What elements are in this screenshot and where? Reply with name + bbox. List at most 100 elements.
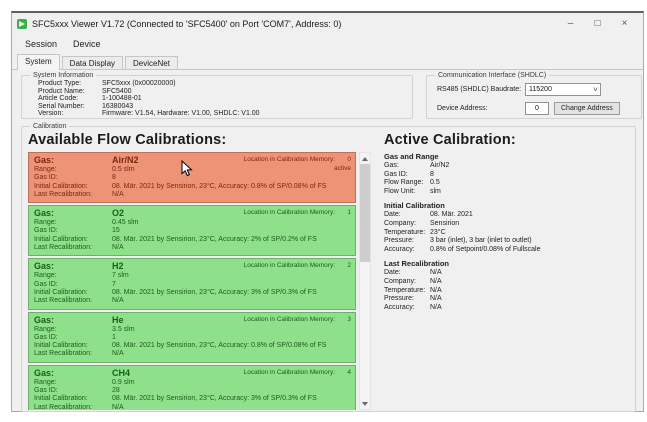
detail-row: Article Code:1-100488-01 [38, 95, 406, 103]
range-label: Range: [34, 326, 112, 334]
detail-label: Flow Range: [384, 179, 430, 188]
detail-value: 0.5 [430, 179, 440, 188]
range-value: 0.5 slm [112, 166, 135, 174]
gas-id-label: Gas ID: [34, 174, 112, 182]
location-number: 4 [335, 369, 351, 376]
detail-value: 23°C [430, 229, 446, 238]
calibration-memory-location: Location in Calibration Memory: 3 [244, 316, 351, 323]
menu-device[interactable]: Device [65, 36, 109, 52]
screenshot-stage: SFC5xxx Viewer V1.72 (Connected to 'SFC5… [0, 0, 647, 422]
gas-id-row: Gas ID: 1 [34, 334, 350, 342]
initial-calibration-label: Initial Calibration: [34, 395, 112, 403]
detail-row: Temperature:N/A [384, 287, 629, 296]
detail-label: Temperature: [384, 229, 430, 238]
range-value: 0.9 slm [112, 379, 135, 387]
gas-name: He [112, 315, 124, 326]
active-calibration-section: Gas and RangeGas:Air/N2Gas ID:8Flow Rang… [384, 152, 629, 196]
active-calibration-section: Initial CalibrationDate:08. Mär. 2021Com… [384, 201, 629, 254]
detail-row: Pressure:N/A [384, 295, 629, 304]
calibration-card-list: Gas: Air/N2 Location in Calibration Memo… [28, 152, 356, 410]
initial-calibration-row: Initial Calibration: 08. Mär. 2021 by Se… [34, 395, 350, 403]
last-recalibration-label: Last Recalibration: [34, 191, 112, 199]
initial-calibration-label: Initial Calibration: [34, 289, 112, 297]
detail-label: Company: [384, 278, 430, 287]
last-recalibration-row: Last Recalibration: N/A [34, 244, 350, 252]
range-row: Range: 0.45 slm [34, 219, 350, 227]
scroll-up-button[interactable] [360, 153, 370, 164]
initial-calibration-row: Initial Calibration: 08. Mär. 2021 by Se… [34, 236, 350, 244]
communication-interface-title: Communication Interface (SHDLC) [435, 72, 549, 79]
tab-devicenet[interactable]: DeviceNet [125, 56, 178, 70]
minimize-button[interactable]: – [557, 15, 584, 33]
device-address-input[interactable] [525, 102, 549, 115]
calibration-card[interactable]: Gas: H2 Location in Calibration Memory: … [28, 258, 356, 309]
device-address-row: Device Address: Change Address [433, 102, 635, 115]
communication-interface-group: Communication Interface (SHDLC) RS485 (S… [426, 72, 642, 119]
scroll-down-button[interactable] [360, 398, 370, 409]
baudrate-select[interactable]: 115200 v [525, 83, 601, 96]
gas-name: H2 [112, 261, 124, 272]
system-information-rows: Product Type:SFC5xxx (0x00020000)Product… [28, 80, 406, 118]
detail-row: Flow Unit:slm [384, 188, 629, 197]
available-calibrations-heading: Available Flow Calibrations: [28, 132, 372, 148]
scrollbar-track[interactable] [360, 262, 370, 398]
detail-value: N/A [430, 287, 442, 296]
calibration-group: Calibration Available Flow Calibrations:… [21, 123, 636, 412]
tab-strip: SystemData DisplayDeviceNet [12, 53, 643, 70]
detail-row: Product Name:SFC5400 [38, 88, 406, 96]
range-label: Range: [34, 379, 112, 387]
detail-row: Pressure:3 bar (inlet), 3 bar (inlet to … [384, 237, 629, 246]
detail-row: Temperature:23°C [384, 229, 629, 238]
location-number: 2 [335, 262, 351, 269]
app-window: SFC5xxx Viewer V1.72 (Connected to 'SFC5… [11, 11, 644, 412]
info-value: Firmware: V1.54, Hardware: V1.00, SHDLC:… [102, 110, 260, 118]
info-value: SFC5400 [102, 88, 132, 96]
active-calibration-section: Last RecalibrationDate:N/ACompany:N/ATem… [384, 259, 629, 312]
menu-session[interactable]: Session [17, 36, 65, 52]
scrollbar-thumb[interactable] [360, 164, 370, 262]
last-recalibration-value: N/A [112, 350, 124, 358]
detail-value: N/A [430, 304, 442, 313]
calibration-list-scrollbar[interactable] [359, 152, 371, 410]
detail-value: N/A [430, 295, 442, 304]
range-row: Range: 7 slm [34, 272, 350, 280]
maximize-button[interactable]: □ [584, 15, 611, 33]
last-recalibration-value: N/A [112, 404, 124, 410]
range-value: 3.5 slm [112, 326, 135, 334]
close-button[interactable]: × [611, 15, 638, 33]
last-recalibration-value: N/A [112, 191, 124, 199]
detail-row: Gas ID:8 [384, 171, 629, 180]
info-label: Serial Number: [38, 103, 102, 111]
available-calibrations-column: Available Flow Calibrations: Gas: Air/N2… [28, 131, 372, 409]
detail-value: N/A [430, 269, 442, 278]
detail-row: Product Type:SFC5xxx (0x00020000) [38, 80, 406, 88]
last-recalibration-row: Last Recalibration: N/A [34, 350, 350, 358]
change-address-button[interactable]: Change Address [554, 102, 620, 115]
detail-row: Version:Firmware: V1.54, Hardware: V1.00… [38, 110, 406, 118]
app-icon [17, 19, 27, 29]
gas-id-value: 7 [112, 281, 116, 289]
section-title: Gas and Range [384, 152, 629, 161]
calibration-card[interactable]: Gas: He Location in Calibration Memory: … [28, 312, 356, 363]
initial-calibration-row: Initial Calibration: 08. Mär. 2021 by Se… [34, 183, 350, 191]
detail-row: Serial Number:16380043 [38, 103, 406, 111]
window-controls: – □ × [557, 15, 638, 33]
device-address-label: Device Address: [437, 105, 525, 112]
tab-system[interactable]: System [17, 54, 60, 70]
detail-row: Date:N/A [384, 269, 629, 278]
initial-calibration-label: Initial Calibration: [34, 183, 112, 191]
detail-row: Flow Range:0.5 [384, 179, 629, 188]
gas-id-value: 15 [112, 227, 120, 235]
title-bar: SFC5xxx Viewer V1.72 (Connected to 'SFC5… [12, 13, 643, 34]
tab-data-display[interactable]: Data Display [62, 56, 123, 70]
calibration-card[interactable]: Gas: CH4 Location in Calibration Memory:… [28, 365, 356, 410]
calibration-card[interactable]: Gas: O2 Location in Calibration Memory: … [28, 205, 356, 256]
initial-calibration-row: Initial Calibration: 08. Mär. 2021 by Se… [34, 342, 350, 350]
initial-calibration-value: 08. Mär. 2021 by Sensirion, 23°C, Accura… [112, 236, 317, 244]
detail-label: Flow Unit: [384, 188, 430, 197]
location-number: 1 [335, 209, 351, 216]
scroll-down-icon [362, 402, 368, 406]
range-label: Range: [34, 272, 112, 280]
calibration-group-title: Calibration [30, 123, 69, 130]
detail-row: Company:Sensirion [384, 220, 629, 229]
